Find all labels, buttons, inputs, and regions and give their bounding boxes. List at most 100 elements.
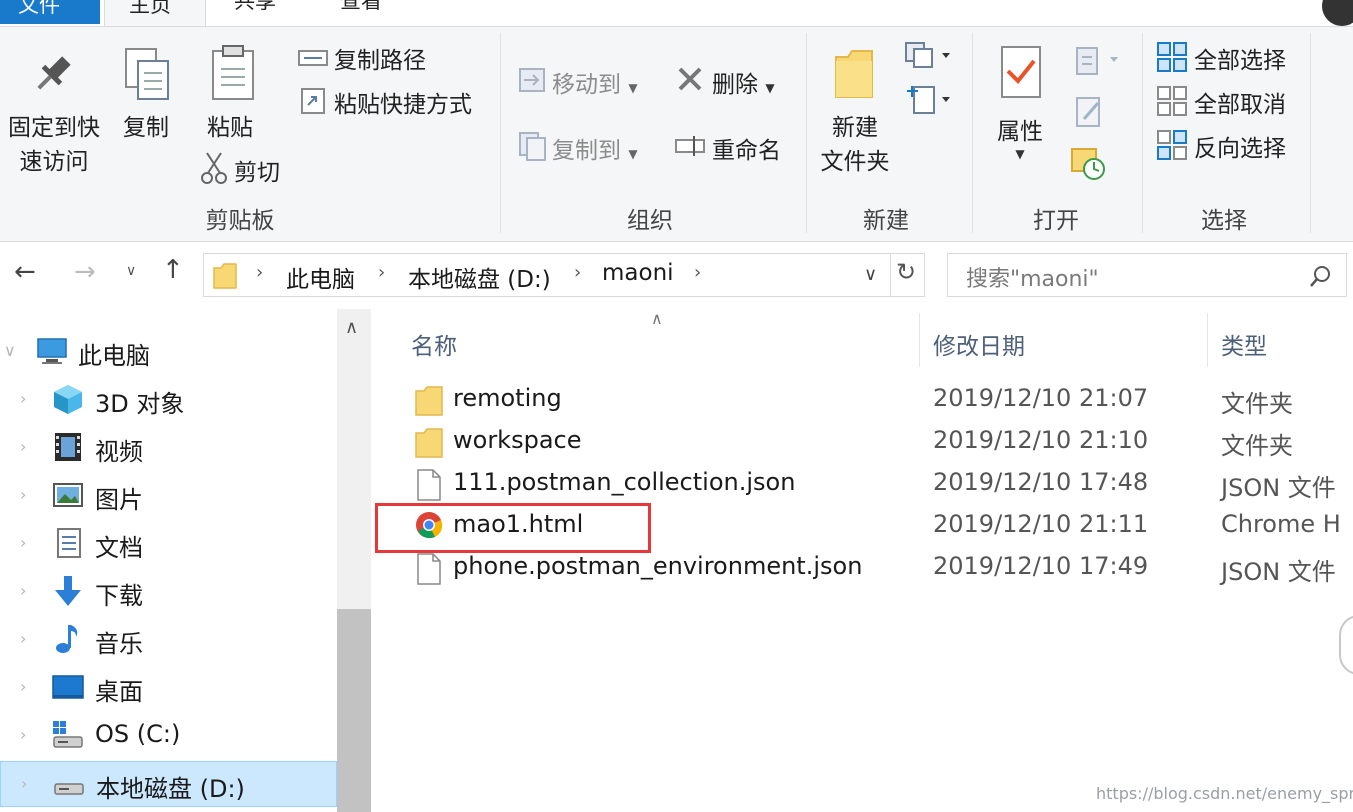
collapsed-chevron-icon[interactable]: ›	[20, 629, 26, 648]
column-separator[interactable]	[1207, 313, 1208, 367]
nav-item-pictures[interactable]: › 图片	[0, 473, 337, 519]
file-type: 文件夹	[1221, 432, 1293, 460]
copy-path-button[interactable]: 复制路径	[334, 41, 426, 75]
address-dropdown-chevron-icon[interactable]: ∨	[864, 264, 877, 285]
paste-shortcut-button[interactable]: 粘贴快捷方式	[334, 85, 472, 119]
forward-arrow-icon[interactable]: →	[74, 257, 96, 287]
column-header-name[interactable]: 名称	[411, 327, 457, 361]
paste-button[interactable]: 粘贴	[198, 111, 262, 145]
nav-label: 3D 对象	[95, 390, 185, 418]
address-bar[interactable]: › 此电脑 › 本地磁盘 (D:) › maoni › ∨ ↻	[203, 253, 925, 297]
nav-item-documents[interactable]: › 文档	[0, 521, 337, 567]
list-item[interactable]: phone.postman_environment.json 2019/12/1…	[371, 547, 1353, 589]
nav-item-drive-d[interactable]: › 本地磁盘 (D:)	[0, 761, 337, 807]
help-circle-icon[interactable]	[1322, 0, 1353, 26]
breadcrumb-item[interactable]: 此电脑	[286, 260, 355, 294]
new-folder-icon	[835, 50, 873, 98]
cut-button[interactable]: 剪切	[234, 153, 280, 187]
file-date: 2019/12/10 17:49	[933, 552, 1149, 580]
tab-share[interactable]: 共享	[234, 0, 276, 24]
nav-item-3d-objects[interactable]: › 3D 对象	[0, 377, 337, 423]
back-arrow-icon[interactable]: ←	[14, 257, 36, 287]
expanded-chevron-icon[interactable]: ∨	[4, 341, 16, 360]
tab-view[interactable]: 查看	[340, 0, 382, 24]
copy-button[interactable]: 复制	[114, 111, 178, 145]
column-separator[interactable]	[919, 313, 920, 367]
file-icon	[417, 553, 441, 585]
new-folder-label-line1: 新建	[832, 115, 878, 141]
delete-label: 删除	[712, 72, 758, 98]
file-date: 2019/12/10 21:11	[933, 510, 1149, 538]
pin-quick-access-button[interactable]: 固定到快 速访问	[4, 111, 104, 179]
watermark: https://blog.csdn.net/enemy_sprites	[1096, 784, 1353, 803]
rename-button[interactable]: 重命名	[712, 131, 781, 165]
open-group-label: 打开	[1033, 208, 1079, 234]
up-arrow-icon[interactable]: ↑	[162, 255, 184, 285]
copy-to-button[interactable]: 复制到 ▼	[552, 131, 638, 165]
copy-path-icon	[298, 50, 328, 66]
list-item[interactable]: workspace 2019/12/10 21:10 文件夹	[371, 421, 1353, 463]
nav-label: OS (C:)	[95, 720, 181, 748]
sort-ascending-chevron-icon: ∧	[651, 309, 663, 328]
recent-locations-chevron-icon[interactable]: ∨	[126, 263, 136, 279]
collapsed-chevron-icon[interactable]: ›	[20, 437, 26, 456]
select-all-icon	[1157, 42, 1187, 72]
collapsed-chevron-icon[interactable]: ›	[20, 677, 26, 696]
collapsed-chevron-icon[interactable]: ›	[20, 725, 26, 744]
desktop-icon	[52, 675, 84, 699]
collapsed-chevron-icon[interactable]: ›	[20, 581, 26, 600]
nav-item-videos[interactable]: › 视频	[0, 425, 337, 471]
new-folder-button[interactable]: 新建 文件夹	[812, 111, 898, 179]
address-row: ← → ∨ ↑ › 此电脑 › 本地磁盘 (D:) › maoni › ∨ ↻ …	[0, 243, 1353, 309]
properties-button[interactable]: 属性 ▼	[988, 115, 1052, 160]
address-divider	[890, 254, 891, 296]
edit-icon	[1076, 97, 1100, 127]
collapsed-chevron-icon[interactable]: ›	[20, 389, 26, 408]
navigation-scrollbar[interactable]: ∧	[337, 309, 371, 812]
search-icon[interactable]	[1308, 264, 1334, 290]
nav-item-desktop[interactable]: › 桌面	[0, 665, 337, 711]
file-type: JSON 文件	[1221, 474, 1336, 502]
breadcrumb-item[interactable]: maoni	[602, 260, 674, 286]
cut-icon	[201, 152, 227, 184]
delete-button[interactable]: 删除 ▼	[712, 65, 775, 99]
scrollbar-thumb[interactable]	[337, 609, 371, 812]
nav-label: 文档	[95, 534, 143, 562]
select-none-button[interactable]: 全部取消	[1194, 85, 1286, 119]
annotation-highlight-box	[375, 503, 651, 553]
file-date: 2019/12/10 17:48	[933, 468, 1149, 496]
collapsed-chevron-icon[interactable]: ›	[21, 774, 27, 793]
collapsed-chevron-icon[interactable]: ›	[20, 485, 26, 504]
tab-file[interactable]: 文件	[0, 0, 100, 24]
move-to-button[interactable]: 移动到 ▼	[552, 65, 638, 99]
group-separator	[500, 33, 501, 233]
select-all-button[interactable]: 全部选择	[1194, 41, 1286, 75]
new-folder-label-line2: 文件夹	[820, 149, 890, 175]
invert-selection-button[interactable]: 反向选择	[1194, 129, 1286, 163]
copy-icon	[125, 48, 169, 100]
column-header-date[interactable]: 修改日期	[933, 327, 1025, 361]
column-header-type[interactable]: 类型	[1221, 327, 1267, 361]
search-input[interactable]: 搜索"maoni"	[947, 253, 1347, 297]
collapsed-chevron-icon[interactable]: ›	[20, 533, 26, 552]
paste-icon	[212, 45, 254, 100]
rename-icon	[675, 136, 705, 156]
breadcrumb-chevron-icon: ›	[694, 262, 702, 283]
file-name: remoting	[453, 384, 562, 412]
list-item[interactable]: remoting 2019/12/10 21:07 文件夹	[371, 379, 1353, 421]
file-date: 2019/12/10 21:07	[933, 384, 1149, 412]
nav-item-drive-c[interactable]: › OS (C:)	[0, 713, 337, 759]
nav-item-music[interactable]: › 音乐	[0, 617, 337, 663]
file-date: 2019/12/10 21:10	[933, 426, 1149, 454]
refresh-icon[interactable]: ↻	[896, 258, 916, 286]
list-item[interactable]: 111.postman_collection.json 2019/12/10 1…	[371, 463, 1353, 505]
nav-item-this-pc[interactable]: ∨ 此电脑	[0, 329, 337, 375]
file-name: 111.postman_collection.json	[453, 468, 796, 496]
breadcrumb-item[interactable]: 本地磁盘 (D:)	[408, 260, 551, 294]
navigation-pane: ∨ 此电脑 › 3D 对象 › 视频 › 图片 › 文档 › 下载 › 音乐 ›…	[0, 309, 337, 812]
nav-item-downloads[interactable]: › 下载	[0, 569, 337, 615]
computer-icon	[37, 338, 67, 364]
pictures-icon	[53, 483, 83, 507]
nav-label: 音乐	[95, 630, 143, 658]
scroll-up-chevron-icon[interactable]: ∧	[345, 317, 358, 338]
